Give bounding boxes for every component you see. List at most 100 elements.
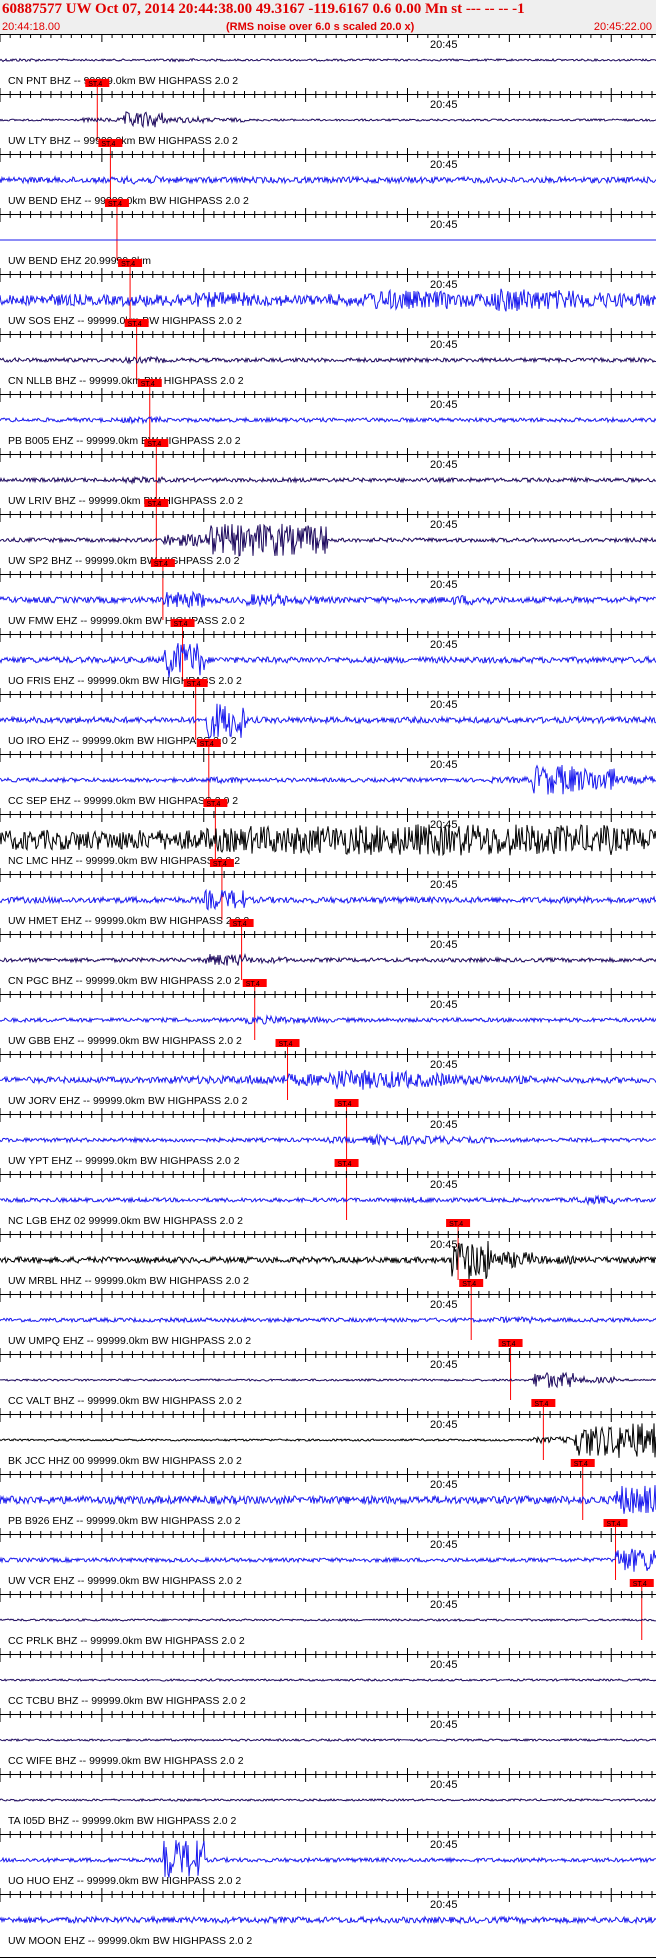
pick-marker: ST.4 xyxy=(118,259,143,320)
trace-row: 20:45 UW FMW EHZ -- 99999.0km BW HIGHPASS… xyxy=(0,568,656,680)
svg-text:ST.4: ST.4 xyxy=(449,1221,463,1228)
minute-label: 20:45 xyxy=(430,1539,458,1551)
trace-row: 20:45 CC VALT BHZ -- 99999.0km BW HIGHPAS… xyxy=(0,1348,656,1460)
trace-row: 20:45UW SOS EHZ -- 99999.0km BW HIGHPASS… xyxy=(0,268,656,380)
svg-text:ST.4: ST.4 xyxy=(108,201,122,208)
pick-marker: ST.4 xyxy=(603,1519,628,1580)
trace-row: 20:45 UW GBB EHZ -- 99999.0km BW HIGHPASS… xyxy=(0,988,656,1100)
waveform xyxy=(0,355,656,365)
trace-row: 20:45 UW MOON EHZ -- 99999.0km BW HIGHPAS… xyxy=(0,1888,656,1947)
minute-label: 20:45 xyxy=(430,1419,458,1431)
waveform xyxy=(0,1915,656,1925)
waveform xyxy=(0,1618,656,1622)
station-label: UW SP2 BHZ -- 99999.0km BW HIGHPASS 2.0 … xyxy=(8,555,240,567)
header-bar: 60887577 UW Oct 07, 2014 20:44:38.00 49.… xyxy=(0,0,656,34)
station-label: PB B005 EHZ -- 99999.0km BW HIGHPASS 2.0… xyxy=(8,435,241,447)
station-label: CN PGC BHZ -- 99999.0km BW HIGHPASS 2.0 … xyxy=(8,975,240,987)
trace-row: 20:45 TA I05D BHZ -- 99999.0km BW HIGHPAS… xyxy=(0,1768,656,1827)
station-label: CC PRLK BHZ -- 99999.0km BW HIGHPASS 2.0… xyxy=(8,1635,245,1647)
trace-row: 20:45 CC TCBU BHZ -- 99999.0km BW HIGHPAS… xyxy=(0,1648,656,1707)
waveform xyxy=(0,523,656,557)
pick-marker: ST.4 xyxy=(229,919,254,980)
waveform xyxy=(0,764,656,795)
svg-text:ST.4: ST.4 xyxy=(502,1341,516,1348)
minute-label: 20:45 xyxy=(430,1719,458,1731)
svg-text:ST.4: ST.4 xyxy=(200,741,214,748)
waveform xyxy=(0,1797,656,1802)
minute-label: 20:45 xyxy=(430,1899,458,1911)
station-label: UW GBB EHZ -- 99999.0km BW HIGHPASS 2.0 … xyxy=(8,1035,242,1047)
station-label: UW YPT EHZ -- 99999.0km BW HIGHPASS 2.0 … xyxy=(8,1155,240,1167)
station-label: CN PNT BHZ -- 99999.0km BW HIGHPASS 2.0 … xyxy=(8,75,238,87)
waveform xyxy=(0,953,656,966)
minute-label: 20:45 xyxy=(430,219,458,231)
svg-text:ST.4: ST.4 xyxy=(607,1521,621,1528)
pick-marker: ST.4 xyxy=(629,1579,654,1640)
svg-text:ST.4: ST.4 xyxy=(187,681,201,688)
svg-text:ST.4: ST.4 xyxy=(213,861,227,868)
minute-label: 20:45 xyxy=(430,1479,458,1491)
waveform xyxy=(0,824,656,857)
waveform xyxy=(0,1133,656,1147)
minute-label: 20:45 xyxy=(430,999,458,1011)
waveform xyxy=(0,1014,656,1025)
minute-label: 20:45 xyxy=(430,1179,458,1191)
pick-marker: ST.4 xyxy=(85,79,110,140)
minute-label: 20:45 xyxy=(430,519,458,531)
minute-label: 20:45 xyxy=(430,699,458,711)
svg-text:ST.4: ST.4 xyxy=(462,1281,476,1288)
minute-label: 20:45 xyxy=(430,1839,458,1851)
trace-row: 20:45 BK JCC HHZ 00 99999.0km BW HIGHPASS… xyxy=(0,1408,656,1520)
trace-row: 20:45 CN PNT BHZ -- 99999.0km BW HIGHPASS… xyxy=(0,34,656,140)
station-label: NC LMC HHZ -- 99999.0km BW HIGHPASS 2.0 … xyxy=(8,855,240,867)
minute-label: 20:45 xyxy=(430,939,458,951)
trace-row: 20:45 UW MRBL HHZ -- 99999.0km BW HIGHPAS… xyxy=(0,1228,656,1340)
minute-label: 20:45 xyxy=(430,759,458,771)
svg-text:ST.4: ST.4 xyxy=(206,801,220,808)
pick-marker: ST.4 xyxy=(150,559,175,620)
station-label: CN NLLB BHZ -- 99999.0km BW HIGHPASS 2.0… xyxy=(8,375,244,387)
pick-marker: ST.4 xyxy=(531,1399,556,1460)
svg-text:ST.4: ST.4 xyxy=(574,1461,588,1468)
station-label: CC TCBU BHZ -- 99999.0km BW HIGHPASS 2.0… xyxy=(8,1695,246,1707)
waveform xyxy=(0,1840,656,1878)
station-label: NC LGB EHZ 02 99999.0km BW HIGHPASS 2.0 … xyxy=(8,1215,243,1227)
waveform xyxy=(0,643,656,678)
minute-label: 20:45 xyxy=(430,1059,458,1071)
trace-row: 20:45 PB B005 EHZ -- 99999.0km BW HIGHPAS… xyxy=(0,388,656,500)
minute-label: 20:45 xyxy=(430,1299,458,1311)
svg-text:ST.4: ST.4 xyxy=(147,441,161,448)
minute-label: 20:45 xyxy=(430,1779,458,1791)
seismogram-plot: 20:45 CN PNT BHZ -- 99999.0km BW HIGHPASS… xyxy=(0,34,656,1958)
svg-text:ST.4: ST.4 xyxy=(233,921,247,928)
station-label: UW MRBL HHZ -- 99999.0km BW HIGHPASS 2.0… xyxy=(8,1275,249,1287)
trace-row: 20:45UO FRIS EHZ -- 99999.0km BW HIGHPAS… xyxy=(0,628,656,740)
minute-label: 20:45 xyxy=(430,39,458,51)
svg-text:ST.4: ST.4 xyxy=(101,141,115,148)
minute-label: 20:45 xyxy=(430,639,458,651)
station-label: PB B926 EHZ -- 99999.0km BW HIGHPASS 2.0… xyxy=(8,1515,241,1527)
svg-text:ST.4: ST.4 xyxy=(174,621,188,628)
waveform xyxy=(0,288,656,312)
pick-marker: ST.4 xyxy=(104,199,129,260)
trace-row: 20:45 CC WIFE BHZ -- 99999.0km BW HIGHPAS… xyxy=(0,1708,656,1767)
trace-row: 20:45 CN NLLB BHZ -- 99999.0km BW HIGHPAS… xyxy=(0,328,656,440)
waveform xyxy=(0,1548,656,1572)
minute-label: 20:45 xyxy=(430,1359,458,1371)
pick-marker: ST.4 xyxy=(242,979,267,1040)
minute-label: 20:45 xyxy=(430,819,458,831)
station-label: UW LTY BHZ -- 99999.0km BW HIGHPASS 2.0 … xyxy=(8,135,238,147)
station-label: UW MOON EHZ -- 99999.0km BW HIGHPASS 2.0… xyxy=(8,1935,252,1947)
waveform xyxy=(0,57,656,63)
minute-label: 20:45 xyxy=(430,279,458,291)
minute-label: 20:45 xyxy=(430,879,458,891)
trace-row: 20:45 UW YPT EHZ -- 99999.0km BW HIGHPASS… xyxy=(0,1108,656,1220)
waveform xyxy=(0,1485,656,1514)
pick-marker: ST.4 xyxy=(124,319,149,380)
trace-row: 20:45 UW JORV EHZ -- 99999.0km BW HIGHPAS… xyxy=(0,1048,656,1160)
station-label: UW HMET EHZ -- 99999.0km BW HIGHPASS 2.0… xyxy=(8,915,249,927)
waveform xyxy=(0,703,656,739)
waveform xyxy=(0,1194,656,1206)
pick-marker: ST.4 xyxy=(209,859,234,920)
event-title: 60887577 UW Oct 07, 2014 20:44:38.00 49.… xyxy=(2,1,525,17)
